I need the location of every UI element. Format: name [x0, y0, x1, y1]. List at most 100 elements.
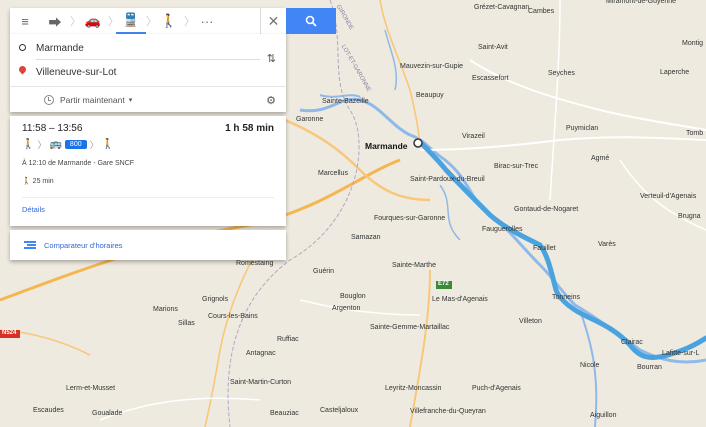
dropdown-icon: ▾: [128, 96, 133, 104]
place-label: N524: [2, 330, 17, 336]
place-label: Saint-Martin-Curton: [230, 379, 292, 386]
menu-icon[interactable]: ≡: [10, 8, 40, 34]
place-label: E72: [438, 281, 449, 287]
place-label: Guérin: [313, 268, 335, 275]
route-inputs: Marmande Villeneuve-sur-Lot ⇅ Partir mai…: [10, 34, 286, 112]
origin-row: Marmande: [10, 36, 286, 60]
directions-icon[interactable]: ⮕: [40, 8, 70, 34]
trip-duration: 1 h 58 min: [225, 123, 274, 134]
details-link[interactable]: Détails: [22, 205, 45, 214]
place-label: Marmande: [365, 141, 408, 151]
origin-input[interactable]: Marmande: [36, 43, 84, 54]
place-label: Bourran: [637, 364, 662, 371]
schedule-comparator[interactable]: Comparateur d'horaires: [10, 230, 286, 260]
place-label: Fauguerolles: [482, 226, 523, 233]
depart-label: Partir maintenant: [60, 94, 125, 105]
swap-icon[interactable]: ⇅: [267, 52, 276, 65]
place-label: Le Mas-d'Agenais: [432, 296, 488, 303]
bus-icon: 🚌: [49, 139, 62, 150]
clock-icon: [44, 94, 54, 105]
place-label: Lerm-et-Musset: [66, 385, 116, 392]
place-label: Escaudes: [33, 407, 64, 414]
destination-pin-icon: [17, 64, 28, 75]
walk-icon: 🚶: [22, 139, 35, 150]
chevron-right-icon: 〉: [37, 140, 47, 150]
place-label: Clairac: [621, 339, 643, 346]
place-label: Saint-Avit: [478, 44, 508, 51]
place-label: Tomb: [686, 130, 704, 137]
place-label: Villeton: [519, 318, 542, 325]
place-label: Goualade: [92, 410, 123, 417]
place-label: Verteuil-d'Agenais: [640, 193, 697, 200]
car-icon[interactable]: 🚗: [78, 8, 108, 34]
place-label: Casteljaloux: [320, 407, 359, 414]
place-label: Argenton: [332, 305, 361, 312]
compare-label: Comparateur d'horaires: [44, 240, 123, 250]
place-label: Sainte-Gemme-Martaillac: [370, 324, 450, 331]
place-label: Varès: [598, 241, 616, 248]
place-label: Lafitte-sur-L: [662, 350, 700, 357]
options-icon[interactable]: ⚙: [266, 94, 276, 107]
place-label: Miramont-de-Guyenne: [606, 0, 677, 5]
list-icon: [24, 241, 36, 249]
chevron-right-icon: 〉: [89, 140, 99, 150]
place-label: Sillas: [178, 320, 195, 327]
place-label: Brugna: [678, 213, 701, 220]
place-label: Villefranche-du-Queyran: [410, 408, 486, 415]
destination-row: Villeneuve-sur-Lot: [10, 60, 286, 84]
place-label: Grézet-Cavagnan: [474, 4, 530, 11]
chevron-right-icon: 〉: [184, 16, 195, 28]
place-label: Ruffiac: [277, 336, 299, 343]
destination-input[interactable]: Villeneuve-sur-Lot: [36, 67, 116, 78]
place-label: Fauillet: [533, 245, 556, 252]
more-icon[interactable]: ···: [192, 8, 222, 34]
place-label: Saint-Pardoux-du-Breuil: [410, 176, 485, 183]
place-label: Puch-d'Agenais: [472, 385, 521, 392]
place-label: Samazan: [351, 234, 381, 241]
trip-times: 11:58 – 13:56: [22, 123, 83, 134]
bus-line-badge: 800: [64, 140, 87, 149]
place-label: Grignols: [202, 296, 229, 303]
transit-icon[interactable]: 🚆: [116, 8, 146, 34]
walk-icon: 🚶: [22, 178, 31, 185]
trip-steps: 🚶 〉 🚌 800 〉 🚶: [22, 138, 114, 151]
walk-time: 25 min: [32, 178, 54, 185]
walk-icon[interactable]: 🚶: [154, 8, 184, 34]
place-label: Romestaing: [236, 260, 274, 267]
place-label: Leyritz-Moncassin: [385, 385, 442, 392]
place-label: Birac-sur-Trec: [494, 163, 539, 170]
place-label: Aiguillon: [590, 412, 617, 419]
chevron-right-icon: 〉: [70, 16, 81, 28]
departure-info: À 12:10 de Marmande - Gare SNCF: [22, 160, 135, 167]
chevron-right-icon: 〉: [108, 16, 119, 28]
place-label: Tonneins: [552, 294, 581, 301]
search-icon: [305, 15, 317, 27]
place-label: Marions: [153, 306, 178, 313]
search-button[interactable]: [286, 8, 336, 34]
place-label: Antagnac: [246, 350, 276, 357]
place-label: Laperche: [660, 69, 690, 76]
close-icon[interactable]: ✕: [260, 8, 286, 34]
place-label: Garonne: [296, 116, 324, 123]
place-label: Beaupuy: [416, 92, 444, 99]
place-label: Puymiclan: [566, 125, 599, 132]
walk-icon: 🚶: [101, 139, 115, 150]
chevron-right-icon: 〉: [146, 16, 157, 28]
travel-mode-bar: ≡ ⮕ 〉 🚗 〉 🚆 〉 🚶 〉 ··· ✕: [10, 8, 286, 34]
place-label: Seyches: [548, 70, 575, 77]
place-label: Mauvezin-sur-Gupie: [400, 63, 464, 70]
origin-dot-icon: [19, 44, 26, 51]
place-label: Nicole: [580, 362, 600, 369]
depart-time-selector[interactable]: Partir maintenant ▾ ⚙: [10, 86, 286, 112]
place-label: Sainte-Marthe: [392, 262, 436, 269]
place-label: Cours-les-Bains: [208, 313, 258, 320]
place-label: Agmé: [591, 155, 610, 162]
place-label: Cambes: [528, 8, 555, 15]
place-label: Sainte-Bazeille: [322, 98, 369, 105]
walk-duration: 🚶 25 min: [22, 177, 54, 185]
place-label: Fourques-sur-Garonne: [374, 215, 446, 222]
place-label: Virazeil: [462, 133, 485, 140]
place-label: Bouglon: [340, 293, 366, 300]
place-label: Gontaud-de-Nogaret: [514, 206, 579, 213]
route-result[interactable]: 11:58 – 13:56 1 h 58 min 🚶 〉 🚌 800 〉 🚶 À…: [10, 116, 286, 226]
